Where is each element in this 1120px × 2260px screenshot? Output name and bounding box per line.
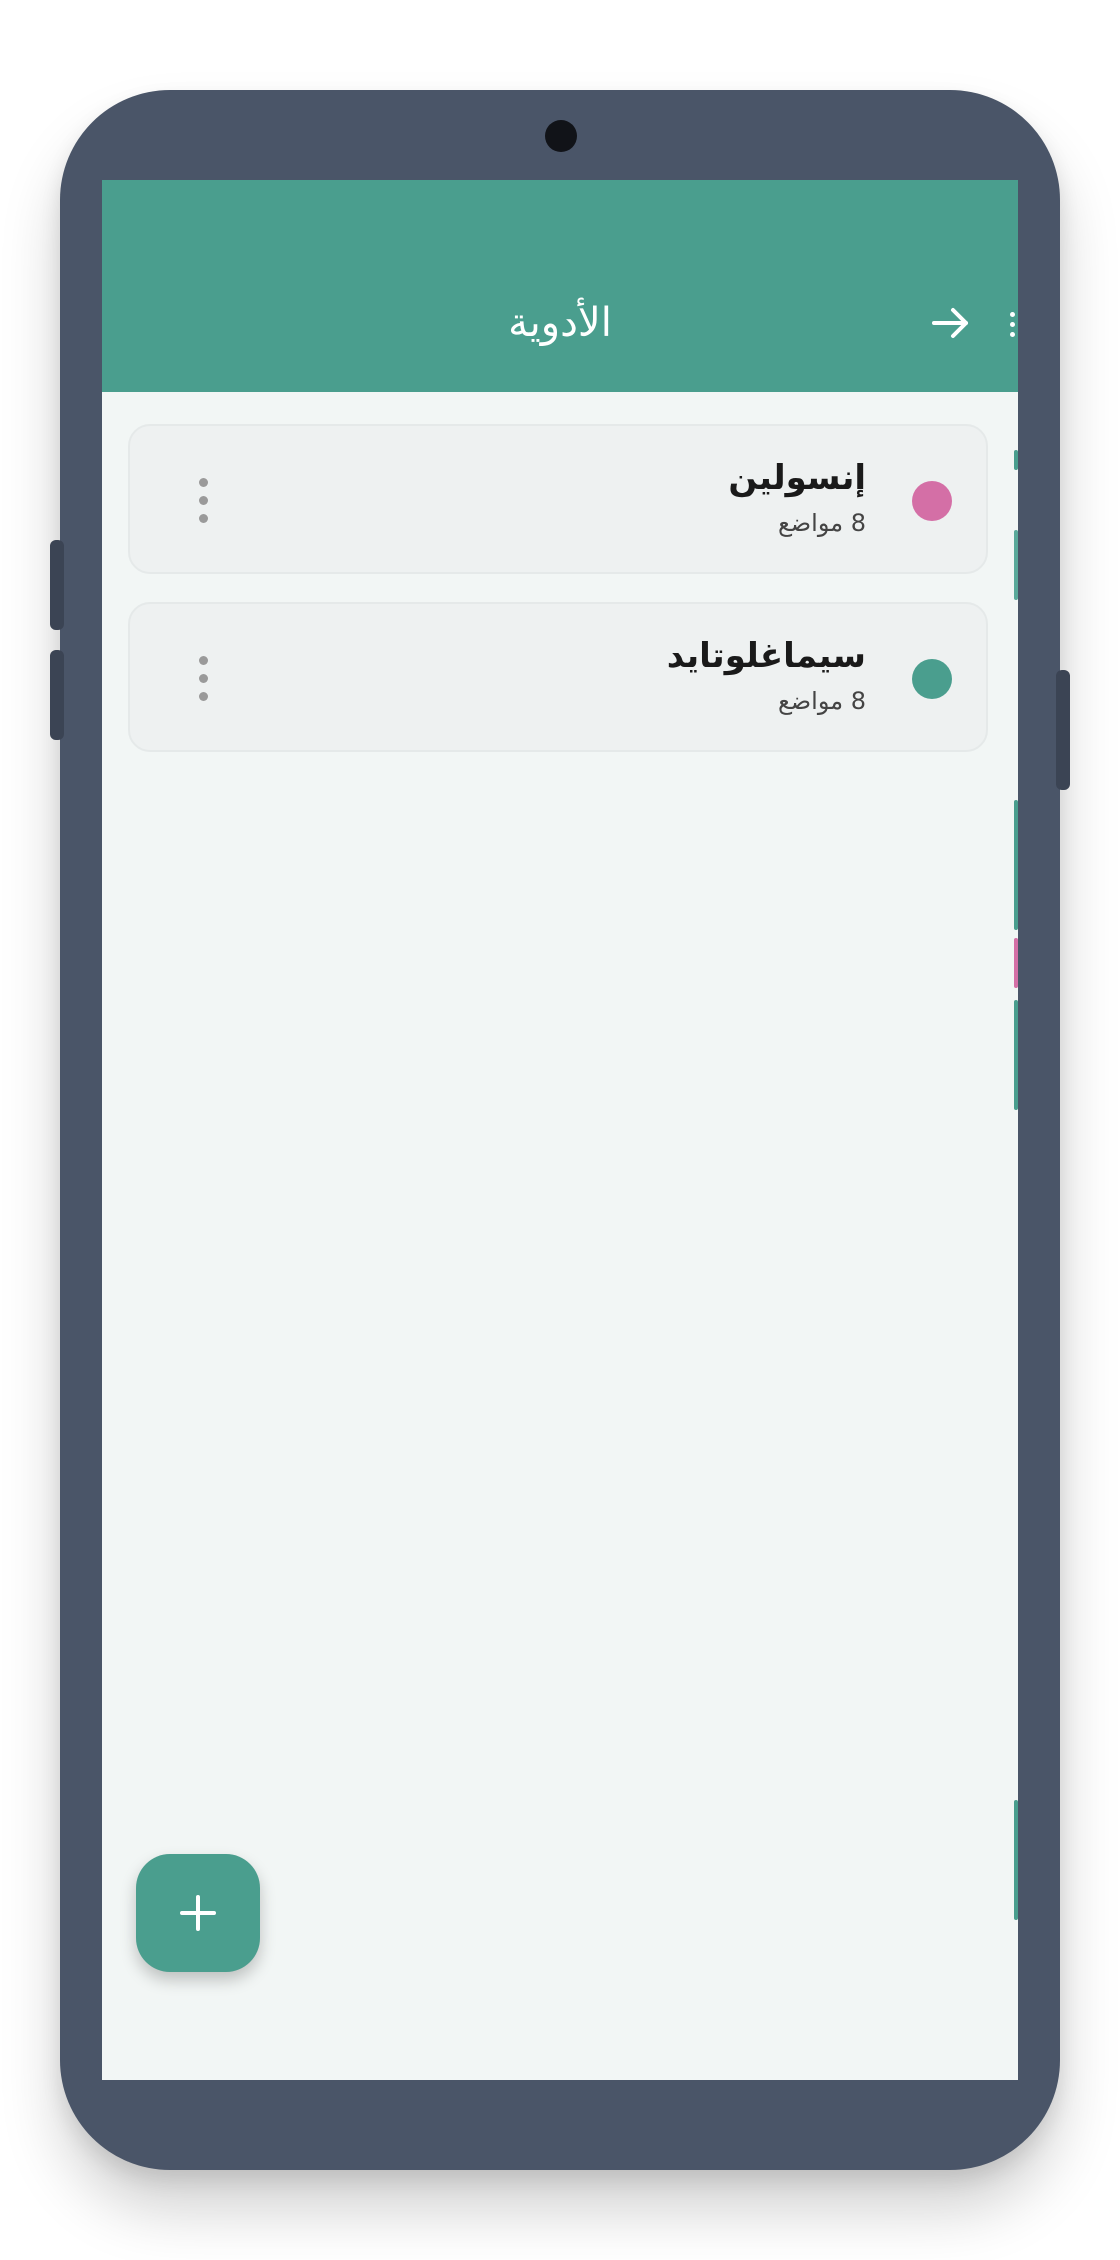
add-medication-button[interactable] (136, 1854, 260, 1972)
edge-peek-strip (1014, 530, 1018, 600)
phone-frame: الأدوية إنسولين 8 مواضع سيماغلوتايد 8 مو (50, 90, 1070, 2170)
medication-name: إنسولين (728, 458, 866, 498)
edge-peek-strip (1014, 800, 1018, 930)
power-button (1056, 670, 1070, 790)
volume-down-button (50, 650, 64, 740)
app-screen: الأدوية إنسولين 8 مواضع سيماغلوتايد 8 مو (102, 180, 1018, 2080)
medication-card-insulin[interactable]: إنسولين 8 مواضع (128, 424, 988, 574)
medication-name: سيماغلوتايد (666, 636, 866, 676)
more-options-button[interactable] (188, 654, 218, 704)
camera-dot (545, 120, 577, 152)
more-options-button[interactable] (188, 476, 218, 526)
edge-peek-strip (1014, 1000, 1018, 1110)
app-bar: الأدوية (102, 180, 1018, 392)
edge-peek-strip (1014, 450, 1018, 470)
page-title: الأدوية (508, 300, 612, 346)
medication-sites-count: 8 مواضع (778, 509, 866, 537)
medication-sites-count: 8 مواضع (778, 687, 866, 715)
overflow-edge-icon (1008, 310, 1018, 340)
edge-peek-strip (1014, 938, 1018, 988)
back-button[interactable] (928, 300, 974, 346)
color-dot (912, 481, 952, 521)
color-dot (912, 659, 952, 699)
arrow-right-icon (932, 308, 968, 338)
edge-peek-strip (1014, 1800, 1018, 1920)
volume-up-button (50, 540, 64, 630)
plus-icon (180, 1895, 216, 1931)
medication-card-semaglutide[interactable]: سيماغلوتايد 8 مواضع (128, 602, 988, 752)
